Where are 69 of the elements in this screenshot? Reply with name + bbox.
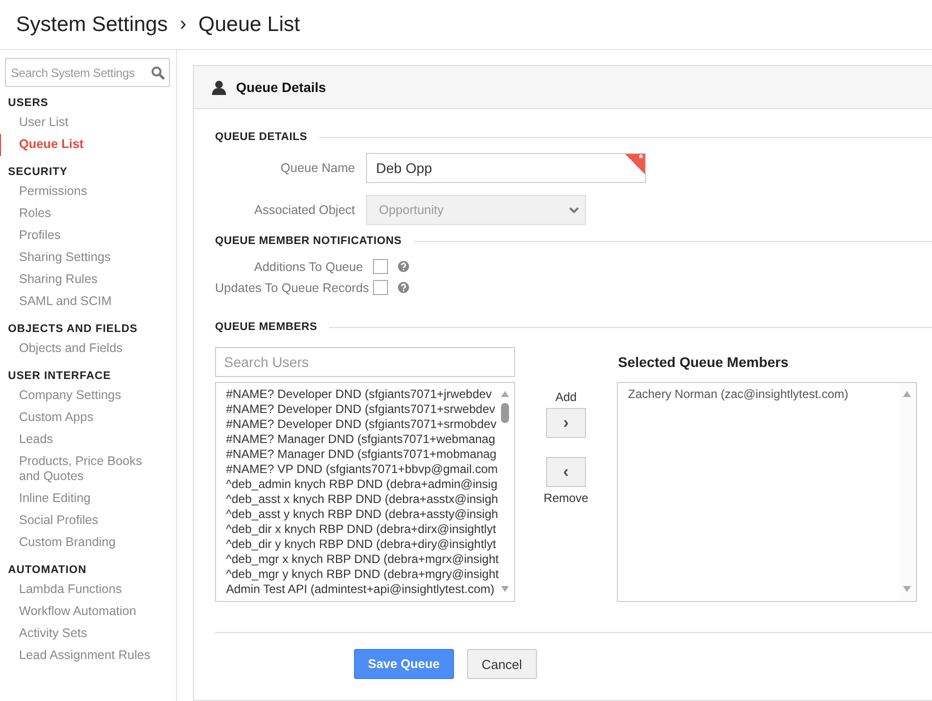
section-heading: USER INTERFACE	[7, 370, 112, 382]
search-field[interactable]: Search System Settings	[5, 58, 170, 87]
required-marker: *	[625, 154, 645, 174]
nav-item[interactable]: Activity Sets	[0, 623, 176, 645]
user-option[interactable]: Admin Test API (admintest+api@insightlytest.com)	[226, 582, 499, 597]
nav-item[interactable]: Leads	[0, 429, 176, 451]
remove-button[interactable]: ‹	[546, 457, 586, 487]
section-heading: AUTOMATION	[7, 564, 88, 576]
user-option[interactable]: #NAME? VP DND (sfgiants7071+bbvp@gmail.com	[226, 462, 499, 477]
nav-item[interactable]: Profiles	[0, 225, 176, 247]
user-option[interactable]: ^deb_asst y knych RBP DND (debra+assty@insigh	[226, 507, 499, 522]
user-option[interactable]: #NAME? Developer DND (sfgiants7071+srmobdev	[226, 417, 499, 432]
help-icon[interactable]	[398, 261, 409, 272]
section-heading: QUEUE DETAILS	[215, 131, 308, 143]
checkbox-label: Updates To Queue Records	[215, 280, 370, 294]
save-button[interactable]: Save Queue	[354, 649, 454, 679]
queue-name-field[interactable]: Deb Opp *	[366, 153, 646, 183]
section-heading: QUEUE MEMBER NOTIFICATIONS	[215, 235, 402, 247]
cancel-button[interactable]: Cancel	[466, 649, 538, 679]
page-title: Queue List	[198, 12, 300, 36]
user-search-field[interactable]: Search Users	[215, 347, 515, 377]
chevron-down-icon	[569, 206, 579, 214]
checkbox[interactable]	[373, 280, 388, 295]
person-icon	[212, 80, 226, 94]
breadcrumb-link[interactable]: System Settings	[16, 12, 168, 36]
user-option[interactable]: #NAME? Manager DND (sfgiants7071+webmanag	[226, 432, 499, 447]
list-heading: Selected Queue Members	[617, 353, 790, 372]
add-label: Add	[555, 390, 577, 404]
nav-item[interactable]: Queue List	[0, 134, 176, 156]
nav-item[interactable]: Objects and Fields	[0, 338, 176, 360]
help-icon[interactable]	[398, 282, 409, 293]
nav-item[interactable]: Social Profiles	[0, 510, 176, 532]
nav-item[interactable]: SAML and SCIM	[0, 291, 176, 313]
breadcrumb-separator: ›	[180, 13, 186, 36]
field-label: Associated Object	[253, 203, 356, 217]
nav-item[interactable]: Custom Branding	[0, 532, 176, 554]
search-icon	[151, 66, 165, 80]
section-heading: USERS	[7, 97, 50, 109]
section-heading: SECURITY	[7, 166, 69, 178]
nav-item[interactable]: Permissions	[0, 181, 176, 203]
checkbox-label: Additions To Queue	[253, 260, 364, 274]
add-button[interactable]: ›	[546, 408, 586, 438]
user-option[interactable]: ^deb_mgr y knych RBP DND (debra+mgry@insight	[226, 567, 499, 582]
nav-item[interactable]: Workflow Automation	[0, 601, 176, 623]
nav-item[interactable]: Custom Apps	[0, 407, 176, 429]
user-option[interactable]: ^deb_dir y knych RBP DND (debra+diry@insightlyt	[226, 537, 499, 552]
nav-item[interactable]: Lead Assignment Rules	[0, 645, 176, 667]
user-option[interactable]: #NAME? Manager DND (sfgiants7071+mobmanag	[226, 447, 499, 462]
nav-item[interactable]: Sharing Rules	[0, 269, 176, 291]
user-option[interactable]: #NAME? Developer DND (sfgiants7071+srwebdev	[226, 402, 499, 417]
nav-item[interactable]: Inline Editing	[0, 488, 176, 510]
user-option[interactable]: ^deb_mgr x knych RBP DND (debra+mgrx@insight	[226, 552, 499, 567]
field-label: Queue Name	[280, 161, 356, 175]
user-option[interactable]: ^deb_admin knych RBP DND (debra+admin@insig	[226, 477, 499, 492]
remove-label: Remove	[544, 491, 588, 505]
user-option[interactable]: ^deb_dir x knych RBP DND (debra+dirx@insightlyt	[226, 522, 499, 537]
checkbox[interactable]	[373, 259, 388, 274]
nav-item[interactable]: Company Settings	[0, 385, 176, 407]
card-title: Queue Details	[236, 80, 326, 94]
nav-item[interactable]: User List	[0, 112, 176, 134]
member-option[interactable]: Zachery Norman (zac@insightlytest.com)	[628, 387, 901, 402]
section-heading: QUEUE MEMBERS	[215, 321, 318, 333]
nav-item[interactable]: Sharing Settings	[0, 247, 176, 269]
user-option[interactable]: ^deb_asst x knych RBP DND (debra+asstx@insigh	[226, 492, 499, 507]
nav-item[interactable]: Roles	[0, 203, 176, 225]
nav-item[interactable]: Products, Price Books and Quotes	[0, 451, 176, 488]
user-option[interactable]: #NAME? Developer DND (sfgiants7071+jrwebdev	[226, 387, 499, 402]
nav-item[interactable]: Lambda Functions	[0, 579, 176, 601]
section-heading: OBJECTS AND FIELDS	[7, 323, 139, 335]
